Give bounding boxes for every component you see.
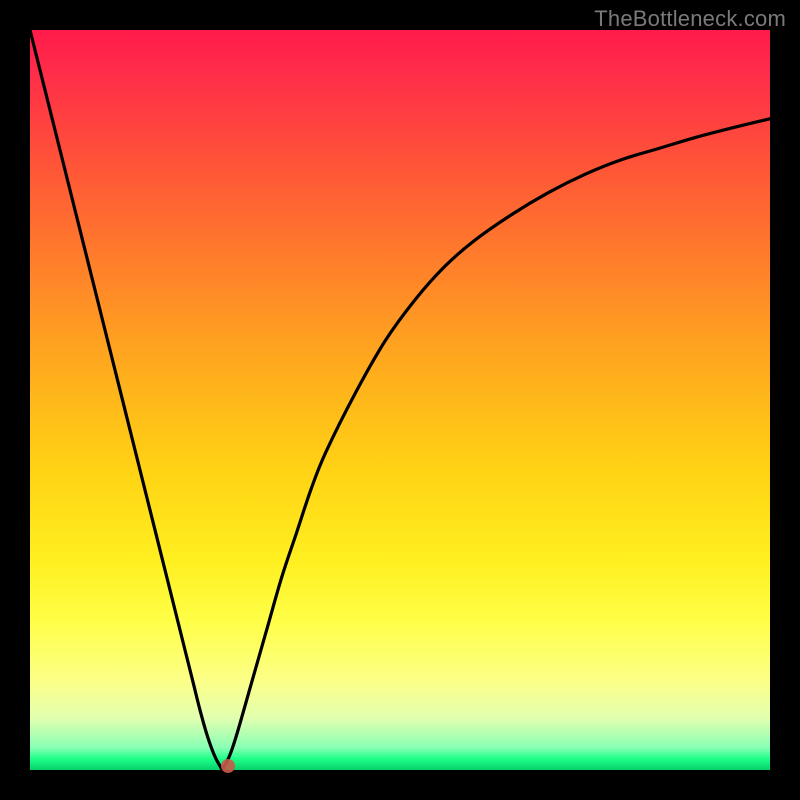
optimal-point-marker xyxy=(221,759,235,773)
chart-frame: TheBottleneck.com xyxy=(0,0,800,800)
bottleneck-curve-left xyxy=(30,30,222,770)
watermark-text: TheBottleneck.com xyxy=(594,6,786,32)
bottleneck-curve-right xyxy=(222,119,770,770)
plot-area xyxy=(30,30,770,770)
curve-svg xyxy=(30,30,770,770)
